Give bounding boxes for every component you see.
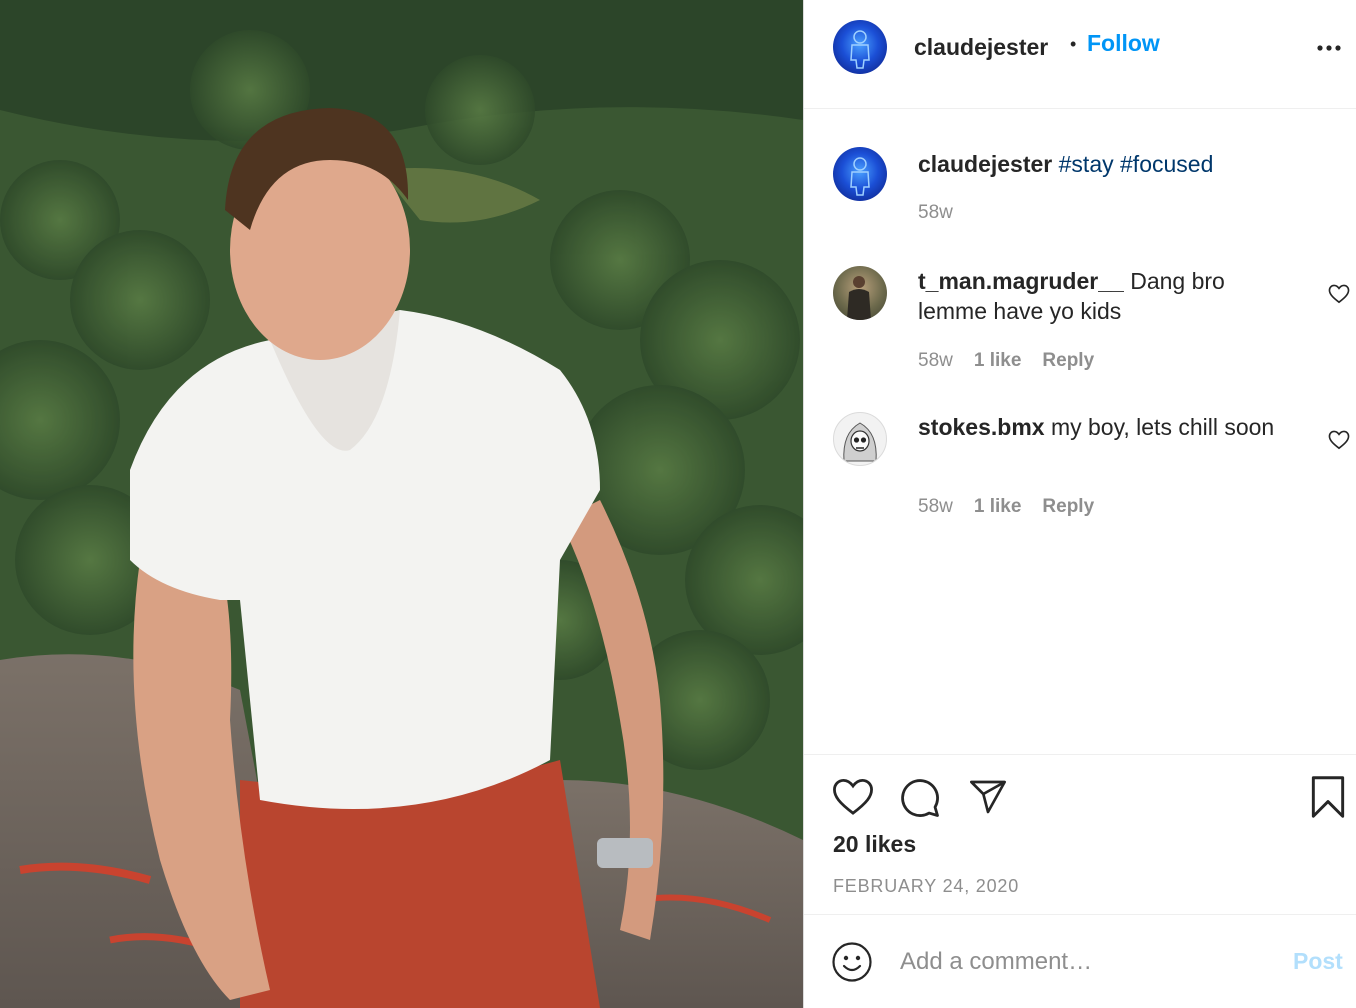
person-photo-icon <box>847 276 871 320</box>
post-container: claudejester • Follow claudejester #stay… <box>0 0 1356 1008</box>
caption-text: claudejester #stay #focused <box>918 149 1298 179</box>
author-avatar[interactable] <box>833 20 887 74</box>
comment-text: t_man.magruder__ Dang bro lemme have yo … <box>918 266 1298 326</box>
follow-button[interactable]: Follow <box>1087 30 1160 57</box>
paper-plane-icon[interactable] <box>967 777 1009 817</box>
hashtag-focused[interactable]: #focused <box>1120 151 1213 177</box>
comment-like-heart-icon[interactable] <box>1328 430 1350 450</box>
hashtag-stay[interactable]: #stay <box>1059 151 1114 177</box>
reply-button[interactable]: Reply <box>1042 350 1094 372</box>
heart-icon[interactable] <box>832 777 874 817</box>
comment-meta: 58w 1 like Reply <box>918 496 1094 518</box>
comments-list: claudejester #stay #focused 58w t_man.ma… <box>804 109 1356 754</box>
comment-message: my boy, lets chill soon <box>1050 414 1275 440</box>
commenter-avatar[interactable] <box>833 266 887 320</box>
comment-username[interactable]: t_man.magruder__ <box>918 268 1124 294</box>
skull-icon <box>843 422 877 462</box>
post-header: claudejester • Follow <box>804 0 1356 109</box>
author-username[interactable]: claudejester <box>914 34 1048 61</box>
header-separator: • <box>1070 34 1077 54</box>
comment-username[interactable]: stokes.bmx <box>918 414 1045 440</box>
comment-text: stokes.bmx my boy, lets chill soon <box>918 412 1298 442</box>
astronaut-icon <box>850 30 870 69</box>
photo-illustration <box>0 0 803 1008</box>
more-horizontal-icon[interactable] <box>1316 44 1342 52</box>
caption-username[interactable]: claudejester <box>918 151 1052 177</box>
bookmark-icon[interactable] <box>1309 775 1347 819</box>
post-comment-button[interactable]: Post <box>1293 948 1343 975</box>
comment-bubble-icon[interactable] <box>899 777 941 819</box>
likes-count[interactable]: 20 likes <box>833 831 916 858</box>
emoji-smiley-icon[interactable] <box>831 941 873 983</box>
post-side-panel: claudejester • Follow claudejester #stay… <box>804 0 1356 1008</box>
commenter-avatar[interactable] <box>833 412 887 466</box>
caption-avatar[interactable] <box>833 147 887 201</box>
comment-input[interactable] <box>900 943 1280 981</box>
reply-button[interactable]: Reply <box>1042 496 1094 518</box>
caption-age[interactable]: 58w <box>918 202 953 224</box>
caption-meta: 58w <box>918 202 953 224</box>
astronaut-icon <box>850 157 870 196</box>
post-date[interactable]: FEBRUARY 24, 2020 <box>833 876 1019 897</box>
comment-age[interactable]: 58w <box>918 350 953 372</box>
add-comment-bar: Post <box>804 914 1356 1008</box>
comment-likes[interactable]: 1 like <box>974 350 1022 372</box>
post-actions: 20 likes FEBRUARY 24, 2020 <box>804 754 1356 915</box>
comment-age[interactable]: 58w <box>918 496 953 518</box>
post-photo[interactable] <box>0 0 803 1008</box>
comment-meta: 58w 1 like Reply <box>918 350 1094 372</box>
comment-like-heart-icon[interactable] <box>1328 284 1350 304</box>
comment-likes[interactable]: 1 like <box>974 496 1022 518</box>
